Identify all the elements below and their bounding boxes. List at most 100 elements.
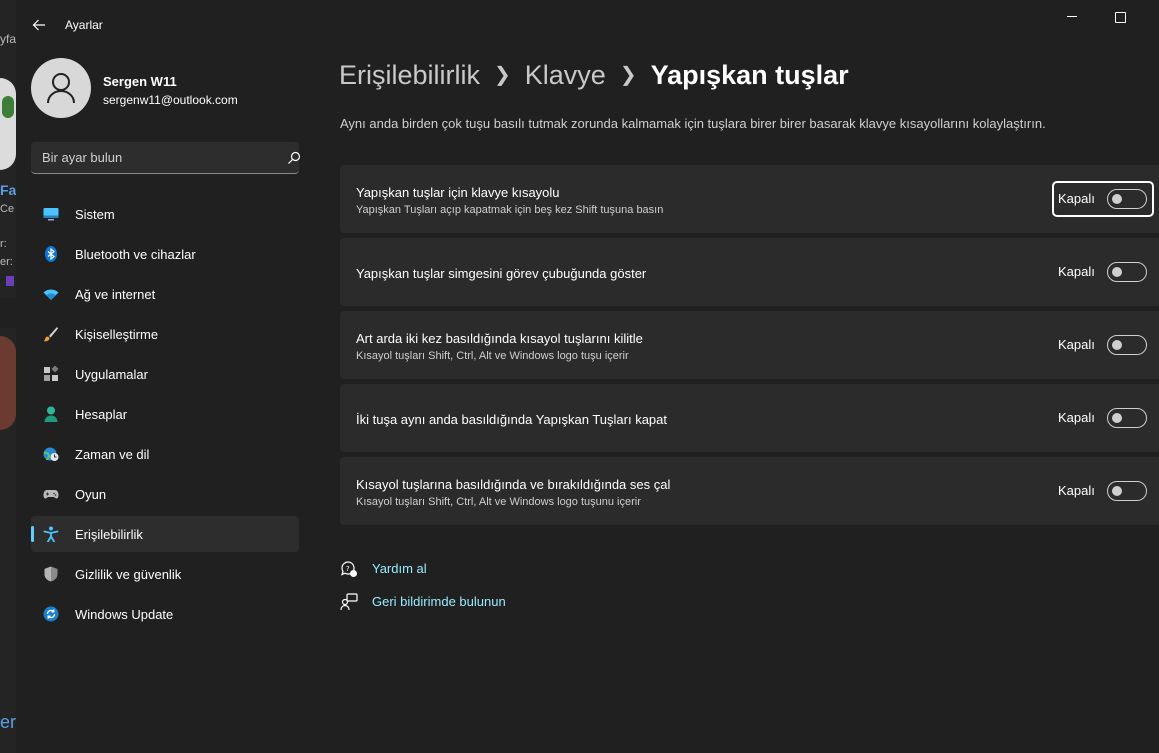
page-title: Yapışkan tuşlar <box>650 60 849 90</box>
sidebar-item-accounts[interactable]: Hesaplar <box>31 396 299 432</box>
toggle-play-sound[interactable]: Kapalı <box>1052 473 1154 509</box>
setting-card-lock-shortcut: Art arda iki kez basıldığında kısayol tu… <box>340 311 1159 379</box>
setting-subtitle: Kısayol tuşları Shift, Ctrl, Alt ve Wind… <box>356 350 629 362</box>
apps-icon <box>44 366 59 381</box>
sidebar-item-bluetooth[interactable]: Bluetooth ve cihazlar <box>31 236 299 272</box>
profile-name: Sergen W11 <box>103 74 177 89</box>
toggle-taskbar-icon[interactable]: Kapalı <box>1052 254 1154 290</box>
help-chat-icon: ? <box>341 561 357 577</box>
toggle-state-label: Kapalı <box>1058 483 1095 498</box>
setting-card-two-keys-off: İki tuşa aynı anda basıldığında Yapışkan… <box>340 384 1159 452</box>
settings-window: Ayarlar Sergen W11 sergenw11@outlook.com… <box>16 0 1159 753</box>
background-text: Ce <box>0 203 15 215</box>
toggle-switch[interactable] <box>1107 262 1147 282</box>
background-window-fragment: yfa Fa Ce r: er: er <box>0 0 16 753</box>
accessibility-icon <box>43 526 59 542</box>
feedback-link-text[interactable]: Geri bildirimde bulunun <box>372 594 506 609</box>
sidebar-item-label: Kişiselleştirme <box>75 327 159 342</box>
toggle-two-keys-off[interactable]: Kapalı <box>1052 400 1154 436</box>
toggle-switch[interactable] <box>1107 408 1147 428</box>
sidebar-item-label: Windows Update <box>75 607 174 622</box>
sidebar-item-sistem[interactable]: Sistem <box>31 196 299 232</box>
setting-card-taskbar-icon: Yapışkan tuşlar simgesini görev çubuğund… <box>340 238 1159 306</box>
back-button[interactable] <box>28 14 50 36</box>
wifi-icon <box>43 289 59 300</box>
setting-card-play-sound: Kısayol tuşlarına basıldığında ve bırakı… <box>340 457 1159 525</box>
search-input[interactable] <box>42 142 262 173</box>
background-image <box>0 78 16 170</box>
setting-title: Yapışkan tuşlar için klavye kısayolu <box>356 185 560 200</box>
toggle-keyboard-shortcut[interactable]: Kapalı <box>1052 181 1154 217</box>
toggle-switch[interactable] <box>1107 189 1147 209</box>
setting-subtitle: Kısayol tuşları Shift, Ctrl, Alt ve Wind… <box>356 496 641 508</box>
toggle-knob <box>1112 486 1122 496</box>
sidebar-item-label: Gizlilik ve güvenlik <box>75 567 182 582</box>
monitor-icon <box>43 208 59 221</box>
toggle-switch[interactable] <box>1107 481 1147 501</box>
toggle-switch[interactable] <box>1107 335 1147 355</box>
background-image <box>0 336 16 430</box>
person-icon <box>47 73 75 104</box>
sidebar-item-privacy[interactable]: Gizlilik ve güvenlik <box>31 556 299 592</box>
svg-text:?: ? <box>346 565 350 573</box>
toggle-state-label: Kapalı <box>1058 337 1095 352</box>
page-description: Aynı anda birden çok tuşu basılı tutmak … <box>340 116 1046 131</box>
search-icon[interactable] <box>287 151 301 165</box>
bluetooth-icon <box>45 246 57 262</box>
sidebar-item-windows-update[interactable]: Windows Update <box>31 596 299 632</box>
chevron-right-icon: ❯ <box>494 64 511 86</box>
sidebar-item-label: Ağ ve internet <box>75 287 156 302</box>
gamepad-icon <box>43 490 59 499</box>
chevron-right-icon: ❯ <box>619 64 637 86</box>
profile-email: sergenw11@outlook.com <box>103 93 238 107</box>
toggle-state-label: Kapalı <box>1058 264 1095 279</box>
sidebar-item-label: Hesaplar <box>75 407 128 422</box>
sidebar-item-personalization[interactable]: Kişiselleştirme <box>31 316 299 352</box>
brush-icon <box>43 327 58 342</box>
setting-card-keyboard-shortcut: Yapışkan tuşlar için klavye kısayolu Yap… <box>340 165 1159 233</box>
sidebar-nav: Sistem Bluetooth ve cihazlar Ağ ve inter… <box>31 196 299 636</box>
search-box[interactable] <box>31 142 301 174</box>
sidebar-item-network[interactable]: Ağ ve internet <box>31 276 299 312</box>
toggle-state-label: Kapalı <box>1058 410 1095 425</box>
sidebar-item-label: Zaman ve dil <box>75 447 150 462</box>
window-title: Ayarlar <box>65 18 103 32</box>
back-arrow-icon <box>32 19 45 31</box>
avatar[interactable] <box>31 58 91 118</box>
sidebar-item-gaming[interactable]: Oyun <box>31 476 299 512</box>
toggle-lock-shortcut[interactable]: Kapalı <box>1052 327 1154 363</box>
setting-title: İki tuşa aynı anda basıldığında Yapışkan… <box>356 412 667 427</box>
setting-title: Art arda iki kez basıldığında kısayol tu… <box>356 331 643 346</box>
person-icon <box>44 406 58 422</box>
breadcrumb-keyboard[interactable]: Klavye <box>525 60 606 90</box>
sidebar-item-time-language[interactable]: Zaman ve dil <box>31 436 299 472</box>
breadcrumb-accessibility[interactable]: Erişilebilirlik <box>339 60 480 90</box>
help-link-text[interactable]: Yardım al <box>372 561 427 576</box>
title-bar: Ayarlar <box>16 0 1159 48</box>
toggle-knob <box>1112 413 1122 423</box>
setting-title: Yapışkan tuşlar simgesini görev çubuğund… <box>356 266 647 281</box>
feedback-icon <box>340 593 358 611</box>
toggle-knob <box>1112 267 1122 277</box>
maximize-button[interactable] <box>1110 6 1130 26</box>
sidebar-item-label: Oyun <box>75 487 107 502</box>
breadcrumb: Erişilebilirlik ❯ Klavye ❯ Yapışkan tuşlar <box>339 60 849 91</box>
setting-subtitle: Yapışkan Tuşları açıp kapatmak için beş … <box>356 204 664 216</box>
sidebar-item-apps[interactable]: Uygulamalar <box>31 356 299 392</box>
background-text: Fa <box>0 182 16 198</box>
background-text: er <box>0 712 16 732</box>
toggle-state-label: Kapalı <box>1058 191 1095 206</box>
sidebar-item-label: Bluetooth ve cihazlar <box>75 247 196 262</box>
minimize-button[interactable] <box>1062 6 1082 26</box>
sidebar-item-label: Sistem <box>75 207 115 222</box>
sidebar-item-accessibility[interactable]: Erişilebilirlik <box>31 516 299 552</box>
toggle-knob <box>1112 340 1122 350</box>
background-text: yfa <box>0 32 16 46</box>
shield-icon <box>44 566 58 582</box>
globe-clock-icon <box>43 447 59 461</box>
update-icon <box>43 606 59 622</box>
background-text: er: <box>0 256 13 268</box>
setting-title: Kısayol tuşlarına basıldığında ve bırakı… <box>356 477 671 492</box>
sidebar-item-label: Erişilebilirlik <box>75 527 143 542</box>
sidebar-item-label: Uygulamalar <box>75 367 148 382</box>
